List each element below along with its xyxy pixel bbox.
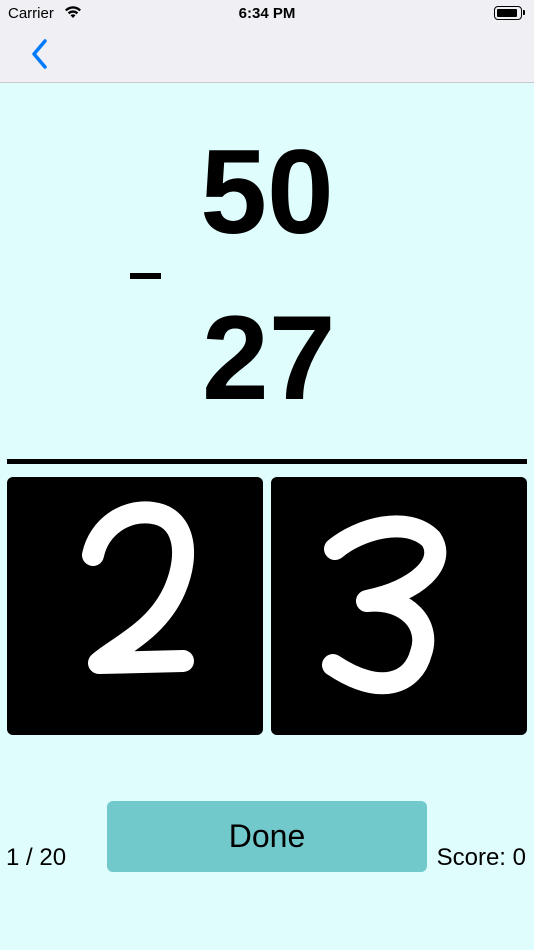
clock: 6:34 PM bbox=[238, 5, 296, 22]
done-button[interactable]: Done bbox=[107, 801, 427, 872]
answer-divider bbox=[7, 459, 527, 464]
bottom-number: 27 bbox=[202, 291, 336, 425]
score-label: Score: 0 bbox=[436, 844, 526, 871]
top-number: 50 bbox=[200, 125, 334, 259]
minus-sign bbox=[130, 273, 161, 279]
battery-icon bbox=[494, 6, 525, 20]
status-bar: Carrier 6:34 PM bbox=[0, 0, 534, 28]
chevron-left-icon bbox=[32, 39, 47, 69]
handwritten-digit-3 bbox=[322, 515, 447, 695]
answer-pad-tens[interactable] bbox=[7, 477, 263, 735]
answer-pad-ones[interactable] bbox=[271, 477, 527, 735]
handwritten-digit-2 bbox=[82, 501, 195, 674]
question-progress: 1 / 20 bbox=[6, 844, 67, 871]
back-button[interactable] bbox=[26, 36, 56, 72]
navigation-bar bbox=[0, 28, 534, 83]
